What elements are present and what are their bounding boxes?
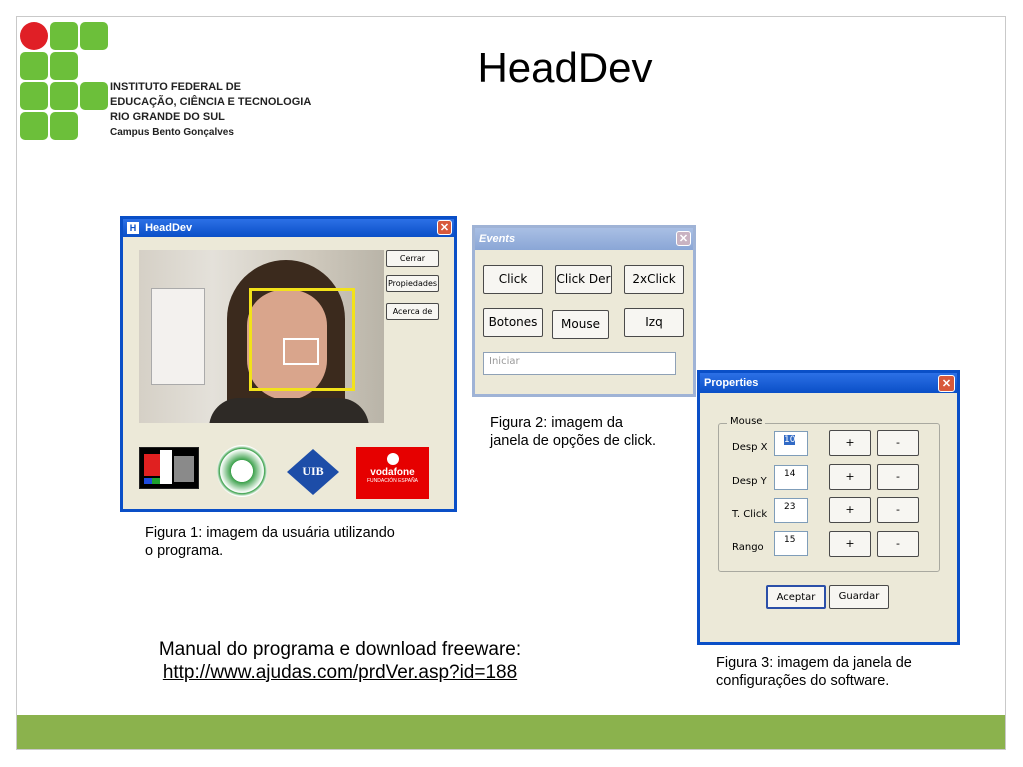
headdev-window-title: HeadDev	[145, 222, 193, 234]
t-click-value: 23	[784, 502, 796, 512]
click-button[interactable]: Click	[483, 265, 543, 294]
institution-line2: EDUCAÇÃO, CIÊNCIA E TECNOLOGIA	[110, 96, 312, 108]
desp-x-label: Desp X	[732, 442, 768, 453]
events-window-title: Events	[479, 233, 516, 245]
events-window: Events ✕ Click Click Der 2xClick Botones…	[472, 225, 696, 397]
rango-label: Rango	[732, 542, 764, 553]
rango-value: 15	[784, 535, 796, 545]
institution-line4: Campus Bento Gonçalves	[110, 127, 234, 138]
botones-button[interactable]: Botones	[483, 308, 543, 337]
properties-window: Properties ✕ Mouse Desp X 10 + - Desp Y …	[697, 370, 960, 645]
uib-logo-text: UIB	[302, 464, 324, 478]
uib-logo: UIB	[287, 449, 339, 495]
properties-window-title: Properties	[704, 377, 759, 389]
double-click-button[interactable]: 2xClick	[624, 265, 684, 294]
app-icon: H	[127, 222, 139, 235]
logo-square	[20, 112, 48, 140]
t-click-field[interactable]: 23	[774, 498, 808, 523]
logo-square	[50, 82, 78, 110]
logo-square	[20, 52, 48, 80]
desp-y-value: 14	[784, 469, 796, 479]
properties-titlebar[interactable]: Properties ✕	[700, 373, 957, 393]
logo-block-grey	[174, 456, 194, 482]
t-click-plus-button[interactable]: +	[829, 497, 871, 523]
figure3-caption: Figura 3: imagem da janela de configuraç…	[716, 655, 912, 689]
vodafone-icon	[386, 453, 399, 465]
rango-plus-button[interactable]: +	[829, 531, 871, 557]
manual-text: Manual do programa e download freeware:	[158, 639, 522, 660]
status-field[interactable]: Iniciar	[483, 352, 676, 375]
institution-line1: INSTITUTO FEDERAL DE	[110, 81, 241, 93]
logo-block-white	[160, 450, 172, 484]
events-titlebar[interactable]: Events ✕	[475, 228, 693, 250]
close-button[interactable]: Cerrar	[386, 250, 439, 267]
click-der-button[interactable]: Click Der	[555, 265, 612, 294]
webcam-view	[139, 250, 384, 423]
close-icon[interactable]: ✕	[938, 375, 955, 392]
logo-square	[50, 112, 78, 140]
desp-y-minus-button[interactable]: -	[877, 464, 919, 490]
vodafone-logo-subtext: FUNDACIÓN ESPAÑA	[366, 478, 419, 484]
headdev-window: H HeadDev ✕ Cerrar Propiedades Acerca de…	[120, 216, 457, 512]
desp-x-plus-button[interactable]: +	[829, 430, 871, 456]
logo-red-dot	[20, 22, 48, 50]
wall-poster	[151, 288, 205, 385]
t-click-label: T. Click	[732, 509, 768, 520]
desp-y-plus-button[interactable]: +	[829, 464, 871, 490]
download-link[interactable]: http://www.ajudas.com/prdVer.asp?id=188	[163, 662, 517, 683]
desp-x-minus-button[interactable]: -	[877, 430, 919, 456]
logo-square	[80, 82, 108, 110]
save-button[interactable]: Guardar	[829, 585, 889, 609]
vodafone-logo: vodafone FUNDACIÓN ESPAÑA	[356, 447, 429, 499]
logo-square	[50, 22, 78, 50]
figure1-caption: Figura 1: imagem da usuária utilizando o…	[145, 525, 395, 559]
logo-block-colors	[144, 478, 160, 484]
rango-field[interactable]: 15	[774, 531, 808, 556]
page-title: HeadDev	[477, 44, 653, 91]
logo-square	[50, 52, 78, 80]
manual-section: Manual do programa e download freeware: …	[110, 638, 570, 684]
headdev-titlebar[interactable]: H HeadDev ✕	[123, 219, 454, 237]
desp-y-field[interactable]: 14	[774, 465, 808, 490]
nose-tracking-box	[283, 338, 319, 365]
about-button[interactable]: Acerca de	[386, 303, 439, 320]
fundacion-logo	[217, 445, 267, 497]
desp-y-label: Desp Y	[732, 476, 767, 487]
figure2-caption: Figura 2: imagem da janela de opções de …	[490, 415, 657, 449]
close-icon[interactable]: ✕	[437, 220, 452, 235]
close-icon[interactable]: ✕	[676, 231, 691, 246]
footer-bar	[17, 715, 1005, 749]
desp-x-value: 10	[784, 435, 796, 445]
mouse-groupbox-label: Mouse	[727, 416, 766, 427]
vodafone-logo-text: vodafone	[370, 467, 415, 478]
t-click-minus-button[interactable]: -	[877, 497, 919, 523]
desp-x-field[interactable]: 10	[774, 431, 808, 456]
logo-square	[20, 82, 48, 110]
properties-button[interactable]: Propiedades	[386, 275, 439, 292]
acag-logo	[139, 447, 199, 489]
mouse-button[interactable]: Mouse	[552, 310, 609, 339]
rango-minus-button[interactable]: -	[877, 531, 919, 557]
logo-square	[80, 22, 108, 50]
accept-button[interactable]: Aceptar	[766, 585, 826, 609]
izq-button[interactable]: Izq	[624, 308, 684, 337]
user-shirt	[209, 398, 369, 423]
institution-line3: RIO GRANDE DO SUL	[110, 111, 225, 123]
